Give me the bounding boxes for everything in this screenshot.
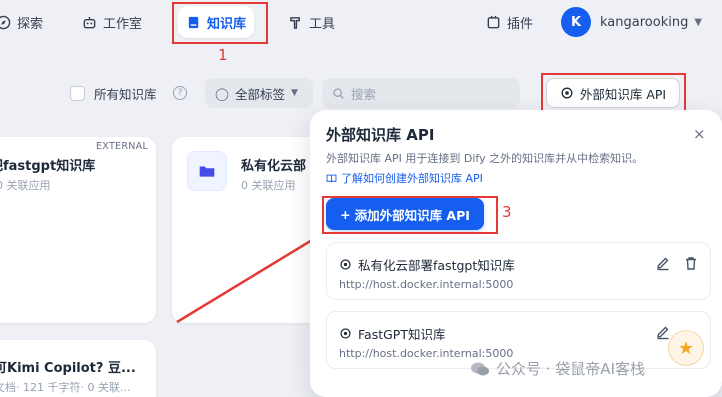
- wechat-icon: [471, 362, 489, 375]
- annotation-number-3: 3: [502, 203, 512, 221]
- api-item-name-row: FastGPT知识库: [339, 324, 445, 343]
- trash-icon[interactable]: [683, 255, 699, 271]
- annotation-box-3: [322, 196, 498, 234]
- api-item-name-row: 私有化云部署fastgpt知识库: [339, 255, 515, 274]
- edit-icon[interactable]: [655, 255, 671, 271]
- edit-icon[interactable]: [655, 324, 671, 340]
- panel-description: 外部知识库 API 用于连接到 Dify 之外的知识库并从中检索知识。: [326, 152, 644, 165]
- api-list-item[interactable]: 私有化云部署fastgpt知识库 http://host.docker.inte…: [326, 242, 711, 300]
- api-item-name: FastGPT知识库: [358, 327, 446, 342]
- star-icon[interactable]: ★: [668, 330, 704, 366]
- api-connection-icon: [340, 328, 351, 339]
- panel-title: 外部知识库 API: [326, 126, 435, 144]
- api-connection-icon: [340, 259, 351, 270]
- watermark: 公众号 · 袋鼠帝AI客栈: [470, 358, 645, 379]
- api-item-url: http://host.docker.internal:5000: [339, 278, 514, 291]
- api-item-name: 私有化云部署fastgpt知识库: [358, 258, 515, 273]
- learn-more-link[interactable]: 了解如何创建外部知识库 API: [326, 170, 483, 186]
- book-open-icon: [326, 174, 337, 182]
- external-api-panel: 外部知识库 API × 外部知识库 API 用于连接到 Dify 之外的知识库并…: [310, 110, 722, 397]
- learn-more-label: 了解如何创建外部知识库 API: [341, 172, 483, 185]
- watermark-text: 公众号 · 袋鼠帝AI客栈: [496, 360, 645, 378]
- close-icon[interactable]: ×: [693, 125, 706, 143]
